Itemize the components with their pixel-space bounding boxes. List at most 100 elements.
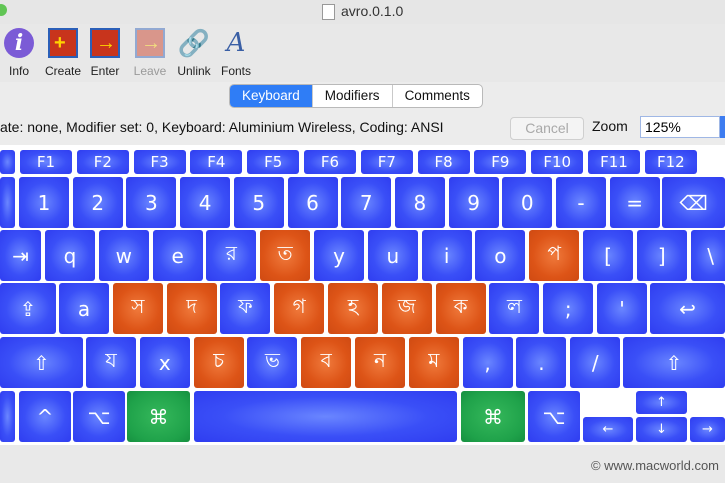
key-num-8[interactable]: 9 [448,177,499,228]
key-fn[interactable] [0,391,15,442]
key-row-q-12[interactable]: ] [636,230,687,281]
key-f5[interactable]: F5 [247,150,300,174]
key-row-q-6[interactable]: y [314,230,364,281]
key-shift-left[interactable]: ⇧ [0,337,83,388]
key-row-q-5[interactable]: ত [260,230,311,281]
key-option-left[interactable]: ⌥ [73,391,125,442]
key-num-7[interactable]: 8 [394,177,445,228]
key-num-5[interactable]: 6 [287,177,338,228]
unlink-button[interactable]: 🔗 Unlink [174,26,214,80]
key-row-a-7[interactable]: জ [381,283,432,334]
tab-comments[interactable]: Comments [391,85,482,107]
key-num-2[interactable]: 3 [126,177,177,228]
key-command-right[interactable]: ⌘ [461,391,525,442]
key-row-z-3[interactable]: চ [193,337,244,388]
key-row-q-10[interactable]: প [529,230,580,281]
key-row-z-10[interactable]: / [570,337,621,388]
key-num-4[interactable]: 5 [233,177,284,228]
key-row-q-13[interactable]: \ [690,230,725,281]
key-row-z-2[interactable]: x [139,337,190,388]
key-arrow-left[interactable]: ← [583,417,633,442]
key-grave[interactable] [0,177,15,228]
key-row-z-1-label: য [105,348,117,372]
key-row-a-9[interactable]: ল [489,283,540,334]
zoom-field[interactable] [640,116,720,138]
tab-keyboard[interactable]: Keyboard [230,85,312,107]
key-row-z-4[interactable]: ভ [247,337,298,388]
key-f9[interactable]: F9 [474,150,527,174]
key-row-z-8[interactable]: , [462,337,513,388]
key-num-9-label: 0 [520,190,534,215]
key-num-1[interactable]: 2 [72,177,123,228]
key-row-z-7[interactable]: ম [408,337,459,388]
key-row-a-2[interactable]: স [112,283,163,334]
chain-link-icon: 🔗 [177,28,211,58]
key-num-0[interactable]: 1 [19,177,69,228]
key-f11[interactable]: F11 [588,150,640,174]
key-f4[interactable]: F4 [190,150,243,174]
key-row-q-3[interactable]: e [152,230,203,281]
key-f8[interactable]: F8 [417,150,470,174]
key-f6[interactable]: F6 [304,150,356,174]
key-return[interactable]: ↩ [650,283,725,334]
key-num-8-label: 9 [467,190,480,215]
key-row-q-1[interactable]: q [45,230,95,281]
create-button[interactable]: + Create [43,26,83,80]
key-row-q-11[interactable]: [ [583,230,633,281]
key-f10[interactable]: F10 [531,150,584,174]
key-f3[interactable]: F3 [133,150,186,174]
key-num-6[interactable]: 7 [341,177,392,228]
key-row-z-1[interactable]: য [86,337,136,388]
key-row-a-4[interactable]: ফ [220,283,271,334]
key-row-a-11[interactable]: ' [597,283,647,334]
key-num-10-label: - [577,190,585,215]
key-num-10[interactable]: - [556,177,606,228]
key-esc[interactable] [0,150,15,174]
key-f2[interactable]: F2 [76,150,129,174]
key-command-left[interactable]: ⌘ [127,391,190,442]
key-f12[interactable]: F12 [644,150,697,174]
key-control[interactable]: ^ [19,391,71,442]
key-num-3-label: 4 [198,190,212,215]
key-row-a-1[interactable]: a [59,283,109,334]
key-f3-label: F3 [150,153,169,171]
key-num-3[interactable]: 4 [180,177,231,228]
cancel-button[interactable]: Cancel [510,117,584,140]
key-row-q-8[interactable]: i [421,230,472,281]
fonts-button[interactable]: A Fonts [218,26,254,80]
create-label: Create [44,64,82,78]
key-row-q-7[interactable]: u [367,230,418,281]
key-row-q-4[interactable]: র [206,230,257,281]
info-button[interactable]: i Info [2,26,36,80]
key-arrow-right[interactable]: → [690,417,725,442]
key-delete[interactable]: ⌫ [662,177,725,228]
key-row-a-10[interactable]: ; [543,283,594,334]
view-tabs: Keyboard Modifiers Comments [229,84,483,108]
key-row-z-6[interactable]: ন [355,337,405,388]
key-row-z-10-label: / [591,350,599,375]
enter-button[interactable]: → Enter [88,26,122,80]
key-arrow-up[interactable]: ↑ [636,391,687,414]
key-row-q-9[interactable]: o [475,230,526,281]
key-row-z-5[interactable]: ব [301,337,352,388]
key-option-right[interactable]: ⌥ [528,391,580,442]
key-space[interactable] [194,391,457,442]
zoom-field-stepper[interactable] [720,116,725,138]
key-row-q-2[interactable]: w [98,230,149,281]
key-row-a-5[interactable]: গ [274,283,325,334]
leave-button[interactable]: → Leave [132,26,168,80]
key-row-z-9[interactable]: . [516,337,567,388]
key-row-a-6[interactable]: হ [328,283,378,334]
key-row-a-8[interactable]: ক [435,283,486,334]
key-num-9[interactable]: 0 [502,177,553,228]
tab-modifiers[interactable]: Modifiers [311,85,392,107]
key-shift-right[interactable]: ⇧ [623,337,725,388]
key-num-11[interactable]: = [609,177,660,228]
key-f7[interactable]: F7 [360,150,413,174]
key-f1[interactable]: F1 [20,150,72,174]
key-row-z-3-label: চ [213,348,224,372]
key-caps[interactable]: ⇪ [0,283,56,334]
key-row-a-3[interactable]: দ [166,283,217,334]
key-tab[interactable]: ⇥ [0,230,41,281]
key-arrow-down[interactable]: ↓ [636,417,687,442]
